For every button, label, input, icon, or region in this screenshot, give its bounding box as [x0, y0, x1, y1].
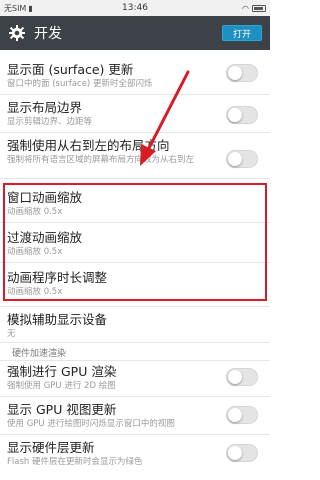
setting-title: 显示面 (surface) 更新: [7, 62, 134, 77]
setting-title: 强制进行 GPU 渲染: [7, 364, 117, 379]
setting-title: 显示布局边界: [7, 100, 83, 115]
page-title: 开发: [34, 26, 62, 42]
surface-updates-switch[interactable]: [226, 64, 258, 82]
highlight-box: [3, 183, 267, 301]
carrier-label: 无SIM: [4, 3, 27, 13]
setting-subtitle: 强制将所有语言区域的屏幕布局方向改为从右到左: [7, 155, 195, 165]
status-time: 13:46: [122, 3, 148, 13]
status-bar: 无SIM ▮ 13:46 ◠: [0, 0, 270, 16]
developer-mode-toggle[interactable]: 打开: [222, 25, 262, 41]
setting-subtitle: Flash 硬件层在更新时会显示为绿色: [7, 457, 143, 467]
gpu-view-updates-switch[interactable]: [226, 406, 258, 424]
force-gpu-switch[interactable]: [226, 368, 258, 386]
setting-subtitle: 显示剪辑边界、边距等: [7, 117, 93, 127]
setting-subtitle: 窗口中的面 (surface) 更新时全部闪烁: [7, 79, 153, 89]
signal-icon: ▮: [28, 3, 33, 13]
section-header-hardware-rendering: 硬件加速渲染: [12, 349, 67, 359]
setting-subtitle: 使用 GPU 进行绘图时闪烁显示窗口中的视图: [7, 419, 175, 429]
setting-title: 显示硬件层更新: [7, 440, 95, 455]
action-bar: 开发 打开: [0, 16, 270, 50]
rtl-layout-switch[interactable]: [226, 150, 258, 168]
setting-subtitle: 无: [7, 329, 16, 339]
setting-simulate-secondary-display[interactable]: 模拟辅助显示设备 无: [0, 312, 270, 340]
battery-icon: [252, 4, 266, 12]
wifi-icon: ◠: [242, 3, 249, 13]
setting-title: 强制使用从右到左的布局方向: [7, 138, 170, 153]
setting-title: 显示 GPU 视图更新: [7, 402, 117, 417]
setting-title: 模拟辅助显示设备: [7, 312, 108, 327]
layout-bounds-switch[interactable]: [226, 106, 258, 124]
hardware-layer-updates-switch[interactable]: [226, 444, 258, 462]
gear-icon[interactable]: [8, 24, 26, 42]
setting-subtitle: 强制使用 GPU 进行 2D 绘图: [7, 381, 116, 391]
